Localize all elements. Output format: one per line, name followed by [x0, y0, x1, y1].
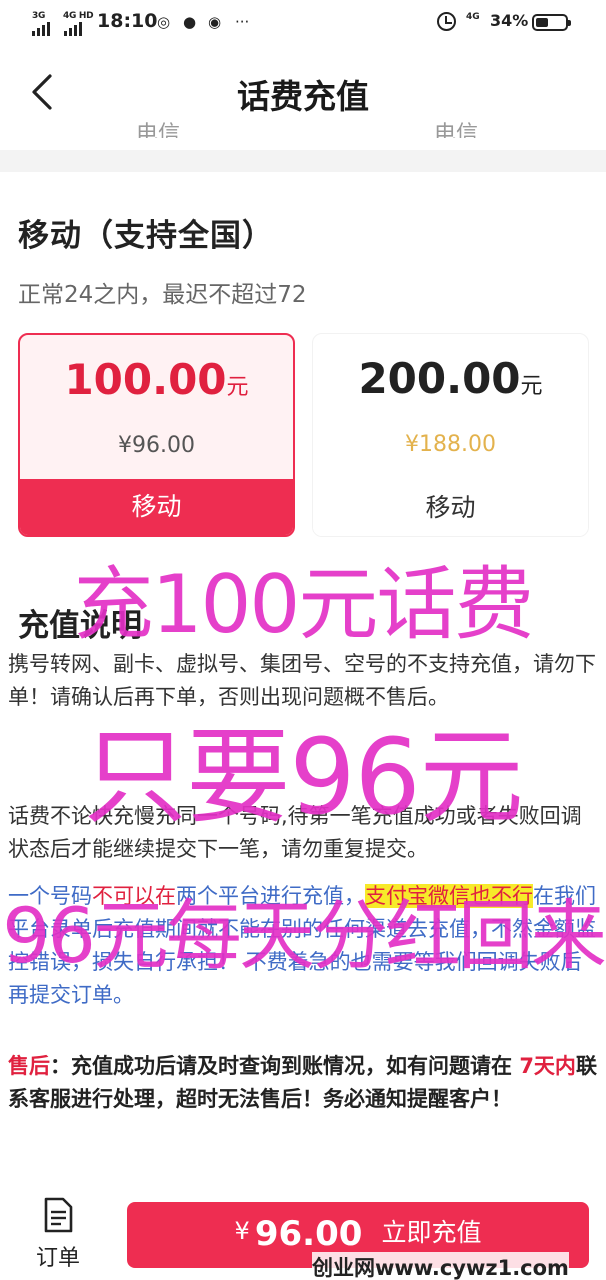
plan-carrier-label: 移动: [20, 479, 293, 535]
status-bar: 3G 4G HD 18:10 ◎ ● ◉ ··· 4G 34%: [0, 0, 606, 46]
promo-overlay-line-1: 充100元话费: [73, 558, 535, 651]
plan-price: ¥188.00: [405, 432, 496, 457]
compass-icon: ●: [183, 13, 197, 31]
plan-carrier-label: 移动: [313, 480, 588, 536]
orders-label: 订单: [35, 1246, 80, 1271]
after-sales-note: 售后：充值成功后请及时查询到账情况，如有问题请在 7天内联系客服进行处理，超时无…: [8, 1054, 597, 1111]
signal-icon: [32, 22, 50, 36]
nfc-icon: ◎: [157, 13, 171, 31]
network-type: 4G: [466, 12, 480, 22]
wechat-icon: ◉: [208, 13, 222, 31]
clock: 18:10: [97, 10, 158, 32]
carrier-title: 移动（支持全国）: [18, 218, 274, 254]
plan-amount: 200.00元: [358, 354, 543, 403]
orders-button[interactable]: 订单: [22, 1196, 94, 1272]
peek-tab-right: 电信: [434, 122, 479, 138]
recharge-now-label: 立即充值: [381, 1218, 482, 1247]
promo-overlay-line-3: 96元每天分红回来: [2, 891, 606, 980]
signal-icon-2: [64, 22, 82, 36]
section-gap: [0, 150, 606, 172]
pay-amount: 96.00: [254, 1214, 363, 1254]
watermark: 创业网www.cywz1.com: [312, 1252, 569, 1280]
sim2-label: 4G HD: [63, 11, 94, 21]
sim1-label: 3G: [32, 11, 46, 21]
alarm-icon: [437, 12, 456, 31]
more-icon: ···: [235, 13, 250, 31]
plan-amount: 100.00元: [64, 355, 249, 404]
plan-card-200[interactable]: 200.00元 ¥188.00 移动: [312, 333, 589, 537]
plan-card-100[interactable]: 100.00元 ¥96.00 移动: [18, 333, 295, 537]
carrier-subtitle: 正常24之内，最迟不超过72: [18, 282, 307, 308]
page-title: 话费充值: [237, 77, 369, 116]
battery-icon: [532, 14, 571, 31]
nav-bar: 话费充值 电信 电信: [0, 46, 606, 138]
document-icon: [44, 1197, 73, 1233]
battery-percent: 34%: [490, 11, 529, 30]
peek-tab-left: 电信: [136, 122, 181, 138]
promo-overlay-line-2: 只要96元: [83, 716, 523, 838]
instructions-paragraph-1: 携号转网、副卡、虚拟号、集团号、空号的不支持充值，请勿下单！请确认后再下单，否则…: [8, 652, 596, 709]
currency-symbol: ¥: [234, 1217, 250, 1245]
plan-price: ¥96.00: [118, 433, 195, 458]
